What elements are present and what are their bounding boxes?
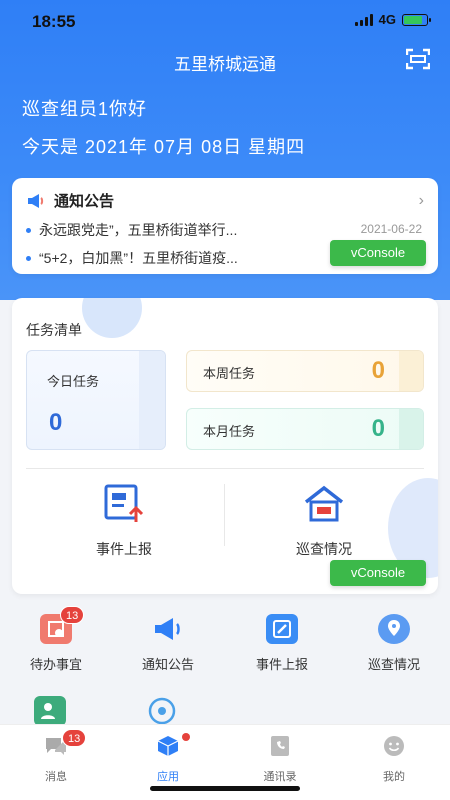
box-accent bbox=[139, 351, 165, 449]
battery-icon bbox=[402, 13, 431, 26]
week-task-box[interactable]: 本周任务 0 bbox=[186, 350, 424, 392]
megaphone-icon bbox=[152, 614, 184, 644]
grid-item-label: 巡查情况 bbox=[367, 657, 420, 672]
patrol-status-button[interactable]: 巡查情况 bbox=[244, 484, 404, 559]
month-task-count: 0 bbox=[371, 415, 385, 442]
today-task-box[interactable]: 今日任务 0 bbox=[26, 350, 166, 450]
notice-item-date: 2021-06-22 bbox=[360, 222, 422, 236]
messages-badge: 13 bbox=[62, 729, 87, 747]
megaphone-icon bbox=[28, 193, 44, 208]
today-task-label: 今日任务 bbox=[47, 374, 100, 389]
todo-badge: 13 bbox=[60, 606, 85, 624]
tab-label: 我的 bbox=[383, 771, 405, 783]
bullet-dot bbox=[26, 255, 31, 261]
tab-messages[interactable]: 13 消息 bbox=[16, 729, 96, 784]
tab-me[interactable]: 我的 bbox=[354, 735, 434, 784]
vconsole-button[interactable]: vConsole bbox=[330, 240, 426, 266]
notice-item-text: “5+2，白加黑”！五里桥街道疫... bbox=[39, 250, 238, 266]
grid-item-person[interactable] bbox=[0, 696, 100, 726]
task-card: 任务清单 今日任务 0 本周任务 0 本月任务 0 事件上报 巡查情况 vCon… bbox=[12, 298, 438, 594]
grid-item-todo[interactable]: 13 待办事宜 bbox=[6, 606, 106, 673]
grid-item-eye[interactable] bbox=[112, 696, 212, 726]
eye-icon bbox=[146, 696, 178, 726]
grid-item-label: 待办事宜 bbox=[29, 657, 82, 672]
today-task-count: 0 bbox=[49, 409, 63, 436]
edit-icon bbox=[266, 614, 298, 644]
grid-item-report[interactable]: 事件上报 bbox=[232, 614, 332, 673]
bullet-dot bbox=[26, 227, 31, 233]
signal-icon bbox=[354, 13, 373, 26]
status-bar: 18:55 4G bbox=[0, 0, 450, 42]
patrol-house-icon bbox=[304, 485, 344, 522]
divider bbox=[224, 484, 225, 546]
scan-icon[interactable] bbox=[406, 48, 430, 70]
box-accent bbox=[399, 409, 423, 449]
notice-header: 通知公告 bbox=[26, 190, 114, 211]
notice-item-text: 永远跟党走”，五里桥街道举行... bbox=[39, 222, 238, 238]
divider bbox=[26, 468, 424, 469]
month-task-label: 本月任务 bbox=[203, 424, 256, 439]
box-accent bbox=[399, 351, 423, 391]
app-title: 五里桥城运通 bbox=[174, 55, 276, 74]
cube-icon bbox=[157, 736, 179, 756]
vconsole-button[interactable]: vConsole bbox=[330, 560, 426, 586]
date-text: 今天是 2021年 07月 08日 星期四 bbox=[22, 137, 306, 157]
notice-card[interactable]: 通知公告 › 永远跟党走”，五里桥街道举行... 2021-06-22 “5+2… bbox=[12, 178, 438, 274]
map-pin-icon bbox=[378, 614, 410, 644]
tab-apps[interactable]: 应用 bbox=[128, 733, 208, 784]
grid-item-notice[interactable]: 通知公告 bbox=[118, 614, 218, 673]
greeting-text: 巡查组员1你好 bbox=[22, 99, 148, 119]
tab-label: 通讯录 bbox=[263, 771, 297, 783]
week-task-label: 本周任务 bbox=[203, 366, 256, 381]
person-icon bbox=[34, 696, 66, 726]
week-task-count: 0 bbox=[371, 357, 385, 384]
status-time: 18:55 bbox=[32, 12, 76, 31]
chevron-right-icon[interactable]: › bbox=[419, 192, 424, 210]
tab-contacts[interactable]: 通讯录 bbox=[240, 735, 320, 784]
decoration-circle bbox=[82, 298, 142, 338]
report-event-label: 事件上报 bbox=[96, 541, 152, 557]
tab-label: 应用 bbox=[157, 771, 179, 783]
patrol-status-label: 巡查情况 bbox=[296, 541, 352, 557]
report-icon bbox=[104, 484, 144, 522]
task-list-title: 任务清单 bbox=[26, 322, 82, 338]
home-indicator bbox=[150, 786, 300, 791]
notice-item[interactable]: “5+2，白加黑”！五里桥街道疫... bbox=[26, 248, 238, 268]
notice-item[interactable]: 永远跟党走”，五里桥街道举行... bbox=[26, 220, 237, 240]
report-event-button[interactable]: 事件上报 bbox=[44, 484, 204, 559]
network-type: 4G bbox=[378, 12, 396, 27]
notice-title: 通知公告 bbox=[54, 193, 115, 210]
grid-item-patrol[interactable]: 巡查情况 bbox=[344, 614, 444, 673]
tab-label: 消息 bbox=[45, 771, 67, 783]
status-indicators: 4G bbox=[354, 12, 431, 27]
grid-item-label: 通知公告 bbox=[141, 657, 194, 672]
apps-red-dot bbox=[182, 733, 190, 741]
grid-item-label: 事件上报 bbox=[255, 657, 308, 672]
month-task-box[interactable]: 本月任务 0 bbox=[186, 408, 424, 450]
phone-book-icon bbox=[271, 736, 289, 756]
smile-icon bbox=[384, 736, 404, 756]
